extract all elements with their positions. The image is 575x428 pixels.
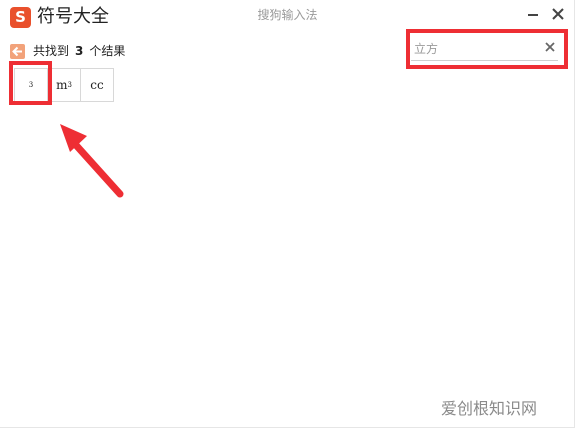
result-summary: 共找到 3 个结果 <box>33 44 125 59</box>
minimize-icon <box>528 14 538 16</box>
watermark: 爱创根知识网 <box>441 399 538 418</box>
close-button[interactable] <box>547 4 569 24</box>
sogou-logo-icon: S <box>10 7 31 28</box>
symbol-main: cc <box>90 78 104 92</box>
back-arrow-icon <box>12 46 22 57</box>
search-input[interactable] <box>414 39 539 57</box>
symbol-grid: 3 m3 cc <box>14 68 114 102</box>
result-count: 3 <box>75 44 84 58</box>
app-title: 符号大全 <box>37 6 109 27</box>
minimize-button[interactable] <box>522 4 544 24</box>
symbol-cell-superscript-3[interactable]: 3 <box>14 68 48 102</box>
search-clear-button[interactable] <box>544 41 556 53</box>
close-icon <box>552 8 564 20</box>
symbol-main: m <box>56 78 68 92</box>
annotation-arrow <box>50 114 130 199</box>
red-arrow-icon <box>60 124 124 198</box>
symbol-cell-cc[interactable]: cc <box>80 68 114 102</box>
symbol-window: S 符号大全 搜狗输入法 共找到 3 个结果 立方 3 m 3 cc 爱创根知识… <box>0 0 575 428</box>
search-box <box>411 36 558 61</box>
symbol-cell-cubic-meter[interactable]: m3 <box>47 68 81 102</box>
result-suffix: 个结果 <box>89 44 126 58</box>
back-button[interactable] <box>10 44 25 59</box>
result-prefix: 共找到 <box>33 44 70 58</box>
clear-icon <box>545 42 555 52</box>
title-bar: S 符号大全 搜狗输入法 <box>0 0 575 34</box>
